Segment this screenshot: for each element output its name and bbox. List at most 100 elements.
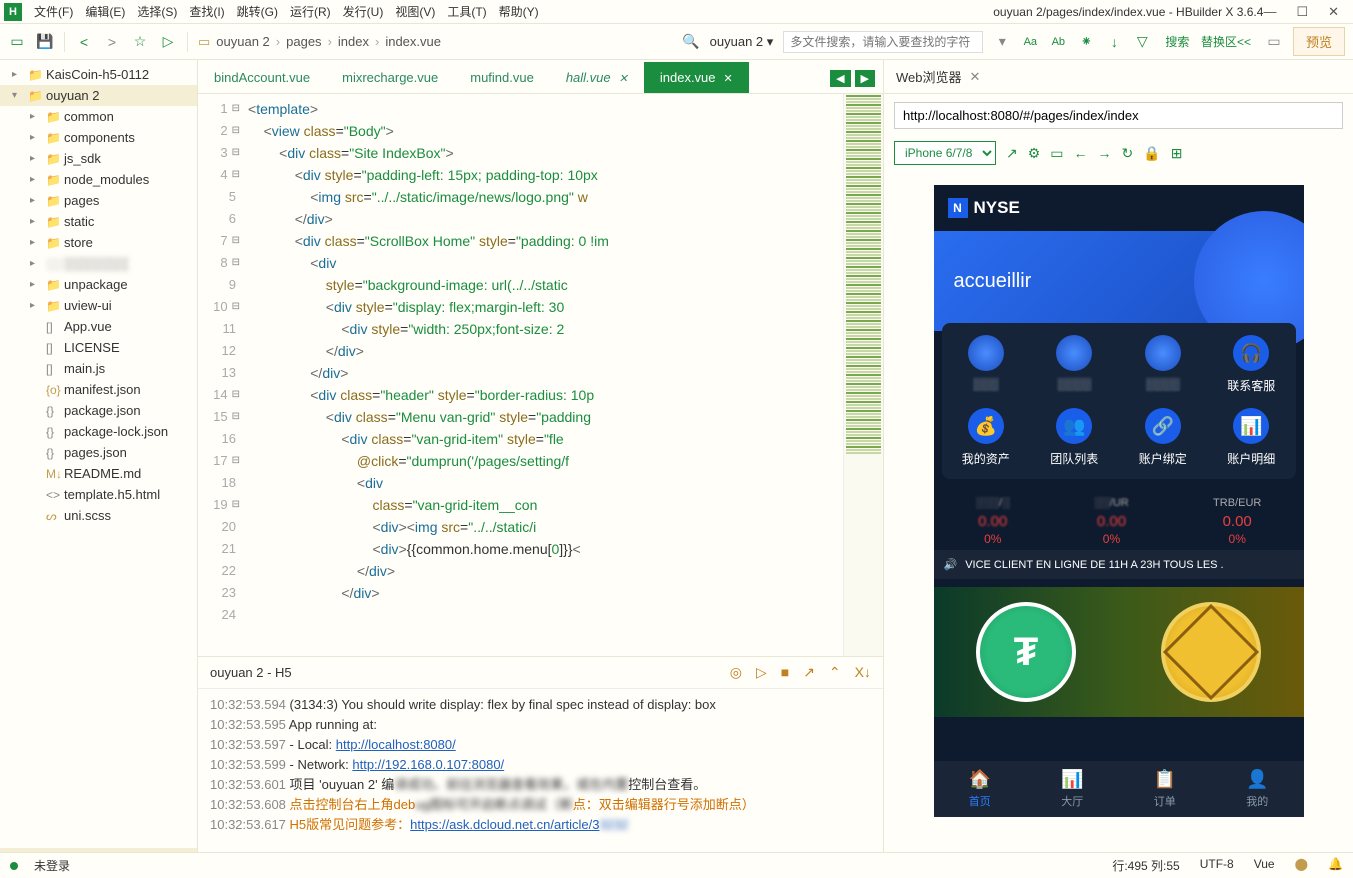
phone-nav-item[interactable]: 👤 我的 xyxy=(1211,761,1304,817)
forward-icon[interactable]: > xyxy=(103,33,121,51)
editor-tab[interactable]: index.vue✕ xyxy=(644,62,749,93)
devtools-icon[interactable]: ⚙ xyxy=(1028,145,1041,162)
phone-preview[interactable]: N NYSE accueillir ░░░ ░░░░ ░░░░ 🎧 联系客服 💰… xyxy=(934,185,1304,817)
phone-menu-item[interactable]: ░░░ xyxy=(942,335,1031,394)
tree-item[interactable]: ▸ 📁 unpackage xyxy=(0,274,197,295)
tab-next-icon[interactable]: ▶ xyxy=(855,70,875,87)
back-icon[interactable]: < xyxy=(75,33,93,51)
collapse-icon[interactable]: ⌃ xyxy=(829,664,841,681)
tree-item[interactable]: ▸ 📁 pages xyxy=(0,190,197,211)
tree-item[interactable]: <> template.h5.html xyxy=(0,484,197,505)
browser-refresh-icon[interactable]: ↻ xyxy=(1122,145,1134,162)
lock-icon[interactable]: 🔒 xyxy=(1143,145,1160,162)
run-icon[interactable]: ▷ xyxy=(159,33,177,51)
phone-menu-item[interactable]: 💰 我的资产 xyxy=(942,408,1031,467)
console-link[interactable]: http://localhost:8080/ xyxy=(336,737,456,752)
breadcrumb-item[interactable]: index xyxy=(338,34,369,49)
replace-button[interactable]: 替换区<< xyxy=(1201,35,1251,49)
encoding[interactable]: UTF-8 xyxy=(1200,857,1234,874)
tree-item[interactable]: ▸ 📁 uview-ui xyxy=(0,295,197,316)
save-icon[interactable]: 💾 xyxy=(36,33,54,51)
tree-item[interactable]: ▸ 📁 static xyxy=(0,211,197,232)
tree-item[interactable]: M↓ README.md xyxy=(0,463,197,484)
phone-menu-item[interactable]: 📊 账户明细 xyxy=(1207,408,1296,467)
menu-item[interactable]: 工具(T) xyxy=(443,1,490,22)
tree-item[interactable]: {} pages.json xyxy=(0,442,197,463)
breadcrumb-item[interactable]: ouyuan 2 xyxy=(216,34,270,49)
tree-item[interactable]: [] App.vue xyxy=(0,316,197,337)
word-icon[interactable]: Ab xyxy=(1049,33,1067,51)
tree-item[interactable]: [] main.js xyxy=(0,358,197,379)
tab-close-icon[interactable]: ✕ xyxy=(724,73,733,85)
regex-icon[interactable]: ⁕ xyxy=(1077,33,1095,51)
browser-back-icon[interactable]: ← xyxy=(1074,145,1088,161)
editor-tab[interactable]: mixrecharge.vue xyxy=(326,62,454,93)
minimap[interactable] xyxy=(843,94,883,656)
open-external-icon[interactable]: ↗ xyxy=(1006,145,1018,162)
tree-item[interactable]: {} package.json xyxy=(0,400,197,421)
screenshot-icon[interactable]: ▭ xyxy=(1050,145,1063,162)
tree-item[interactable]: ▸ 📁 node_modules xyxy=(0,169,197,190)
browser-tab-label[interactable]: Web浏览器 xyxy=(896,67,962,86)
editor-tab[interactable]: bindAccount.vue xyxy=(198,62,326,93)
tree-item[interactable]: ᔕ uni.scss xyxy=(0,505,197,526)
tab-close-icon[interactable]: ✕ xyxy=(619,73,628,85)
filter-icon[interactable]: ▽ xyxy=(1133,33,1151,51)
tree-item[interactable]: ▸ 📁 KaisCoin-h5-0112 xyxy=(0,64,197,85)
search-button[interactable]: 搜索 xyxy=(1165,35,1189,49)
menu-item[interactable]: 编辑(E) xyxy=(81,1,129,22)
menu-item[interactable]: 发行(U) xyxy=(339,1,388,22)
code-editor[interactable]: 1⊟2⊟3⊟4⊟567⊟8⊟910⊟11121314⊟15⊟1617⊟1819⊟… xyxy=(198,94,883,656)
phone-menu-item[interactable]: ░░░░ xyxy=(1119,335,1208,394)
bell-icon[interactable]: 🔔 xyxy=(1328,857,1343,874)
tree-item[interactable]: ▸ 📁 common xyxy=(0,106,197,127)
ticker-item[interactable]: TRB/EUR 0.00 0% xyxy=(1213,497,1261,546)
export-icon[interactable]: ↗ xyxy=(803,664,815,681)
breadcrumb-item[interactable]: pages xyxy=(286,34,321,49)
phone-nav-item[interactable]: 📋 订单 xyxy=(1119,761,1212,817)
menu-item[interactable]: 跳转(G) xyxy=(233,1,282,22)
language-mode[interactable]: Vue xyxy=(1254,857,1275,874)
tree-item[interactable]: {o} manifest.json xyxy=(0,379,197,400)
close-console-icon[interactable]: X↓ xyxy=(855,664,871,681)
preview-button[interactable]: 预览 xyxy=(1293,27,1345,56)
phone-nav-item[interactable]: 🏠 首页 xyxy=(934,761,1027,817)
arrow-down-icon[interactable]: ↓ xyxy=(1105,33,1123,51)
editor-tab[interactable]: mufind.vue xyxy=(454,62,550,93)
search-toggle-icon[interactable]: 🔍 xyxy=(682,33,700,51)
tree-item[interactable]: ▸ 📁 store xyxy=(0,232,197,253)
menu-item[interactable]: 视图(V) xyxy=(391,1,439,22)
search-input[interactable] xyxy=(783,31,983,53)
editor-tab[interactable]: hall.vue✕ xyxy=(550,62,644,93)
qr-icon[interactable]: ⊞ xyxy=(1171,145,1183,162)
phone-nav-item[interactable]: 📊 大厅 xyxy=(1026,761,1119,817)
phone-menu-item[interactable]: 🔗 账户绑定 xyxy=(1119,408,1208,467)
target-icon[interactable]: ◎ xyxy=(730,664,742,681)
tree-item[interactable]: ▸ 📁 js_sdk xyxy=(0,148,197,169)
tree-item[interactable]: ▸ ░░ ░░░░░░░ xyxy=(0,253,197,274)
tree-item[interactable]: {} package-lock.json xyxy=(0,421,197,442)
tree-item[interactable]: [] LICENSE xyxy=(0,337,197,358)
breadcrumb-item[interactable]: index.vue xyxy=(385,34,441,49)
panel-icon[interactable]: ▭ xyxy=(1265,33,1283,51)
dropdown-icon[interactable]: ▾ xyxy=(993,33,1011,51)
login-status[interactable]: 未登录 xyxy=(34,857,70,874)
console-link[interactable]: https://ask.dcloud.net.cn/article/33232 xyxy=(410,817,628,832)
stop-icon[interactable]: ■ xyxy=(781,664,789,681)
star-icon[interactable]: ☆ xyxy=(131,33,149,51)
phone-menu-item[interactable]: 🎧 联系客服 xyxy=(1207,335,1296,394)
menu-item[interactable]: 查找(I) xyxy=(185,1,228,22)
minimize-icon[interactable]: — xyxy=(1263,4,1276,20)
device-select[interactable]: iPhone 6/7/8 xyxy=(894,141,996,165)
close-icon[interactable]: ✕ xyxy=(1328,4,1339,20)
sync-status-icon[interactable]: ⬤ xyxy=(1295,857,1308,874)
text-icon[interactable]: Aa xyxy=(1021,33,1039,51)
tree-item[interactable]: ▸ 📁 components xyxy=(0,127,197,148)
phone-menu-item[interactable]: 👥 团队列表 xyxy=(1030,408,1119,467)
console-link[interactable]: http://192.168.0.107:8080/ xyxy=(352,757,504,772)
tab-prev-icon[interactable]: ◀ xyxy=(830,70,850,87)
debug-icon[interactable]: ▷ xyxy=(756,664,767,681)
menu-item[interactable]: 文件(F) xyxy=(30,1,77,22)
tree-item[interactable]: ▾ 📁 ouyuan 2 xyxy=(0,85,197,106)
menu-item[interactable]: 选择(S) xyxy=(133,1,181,22)
